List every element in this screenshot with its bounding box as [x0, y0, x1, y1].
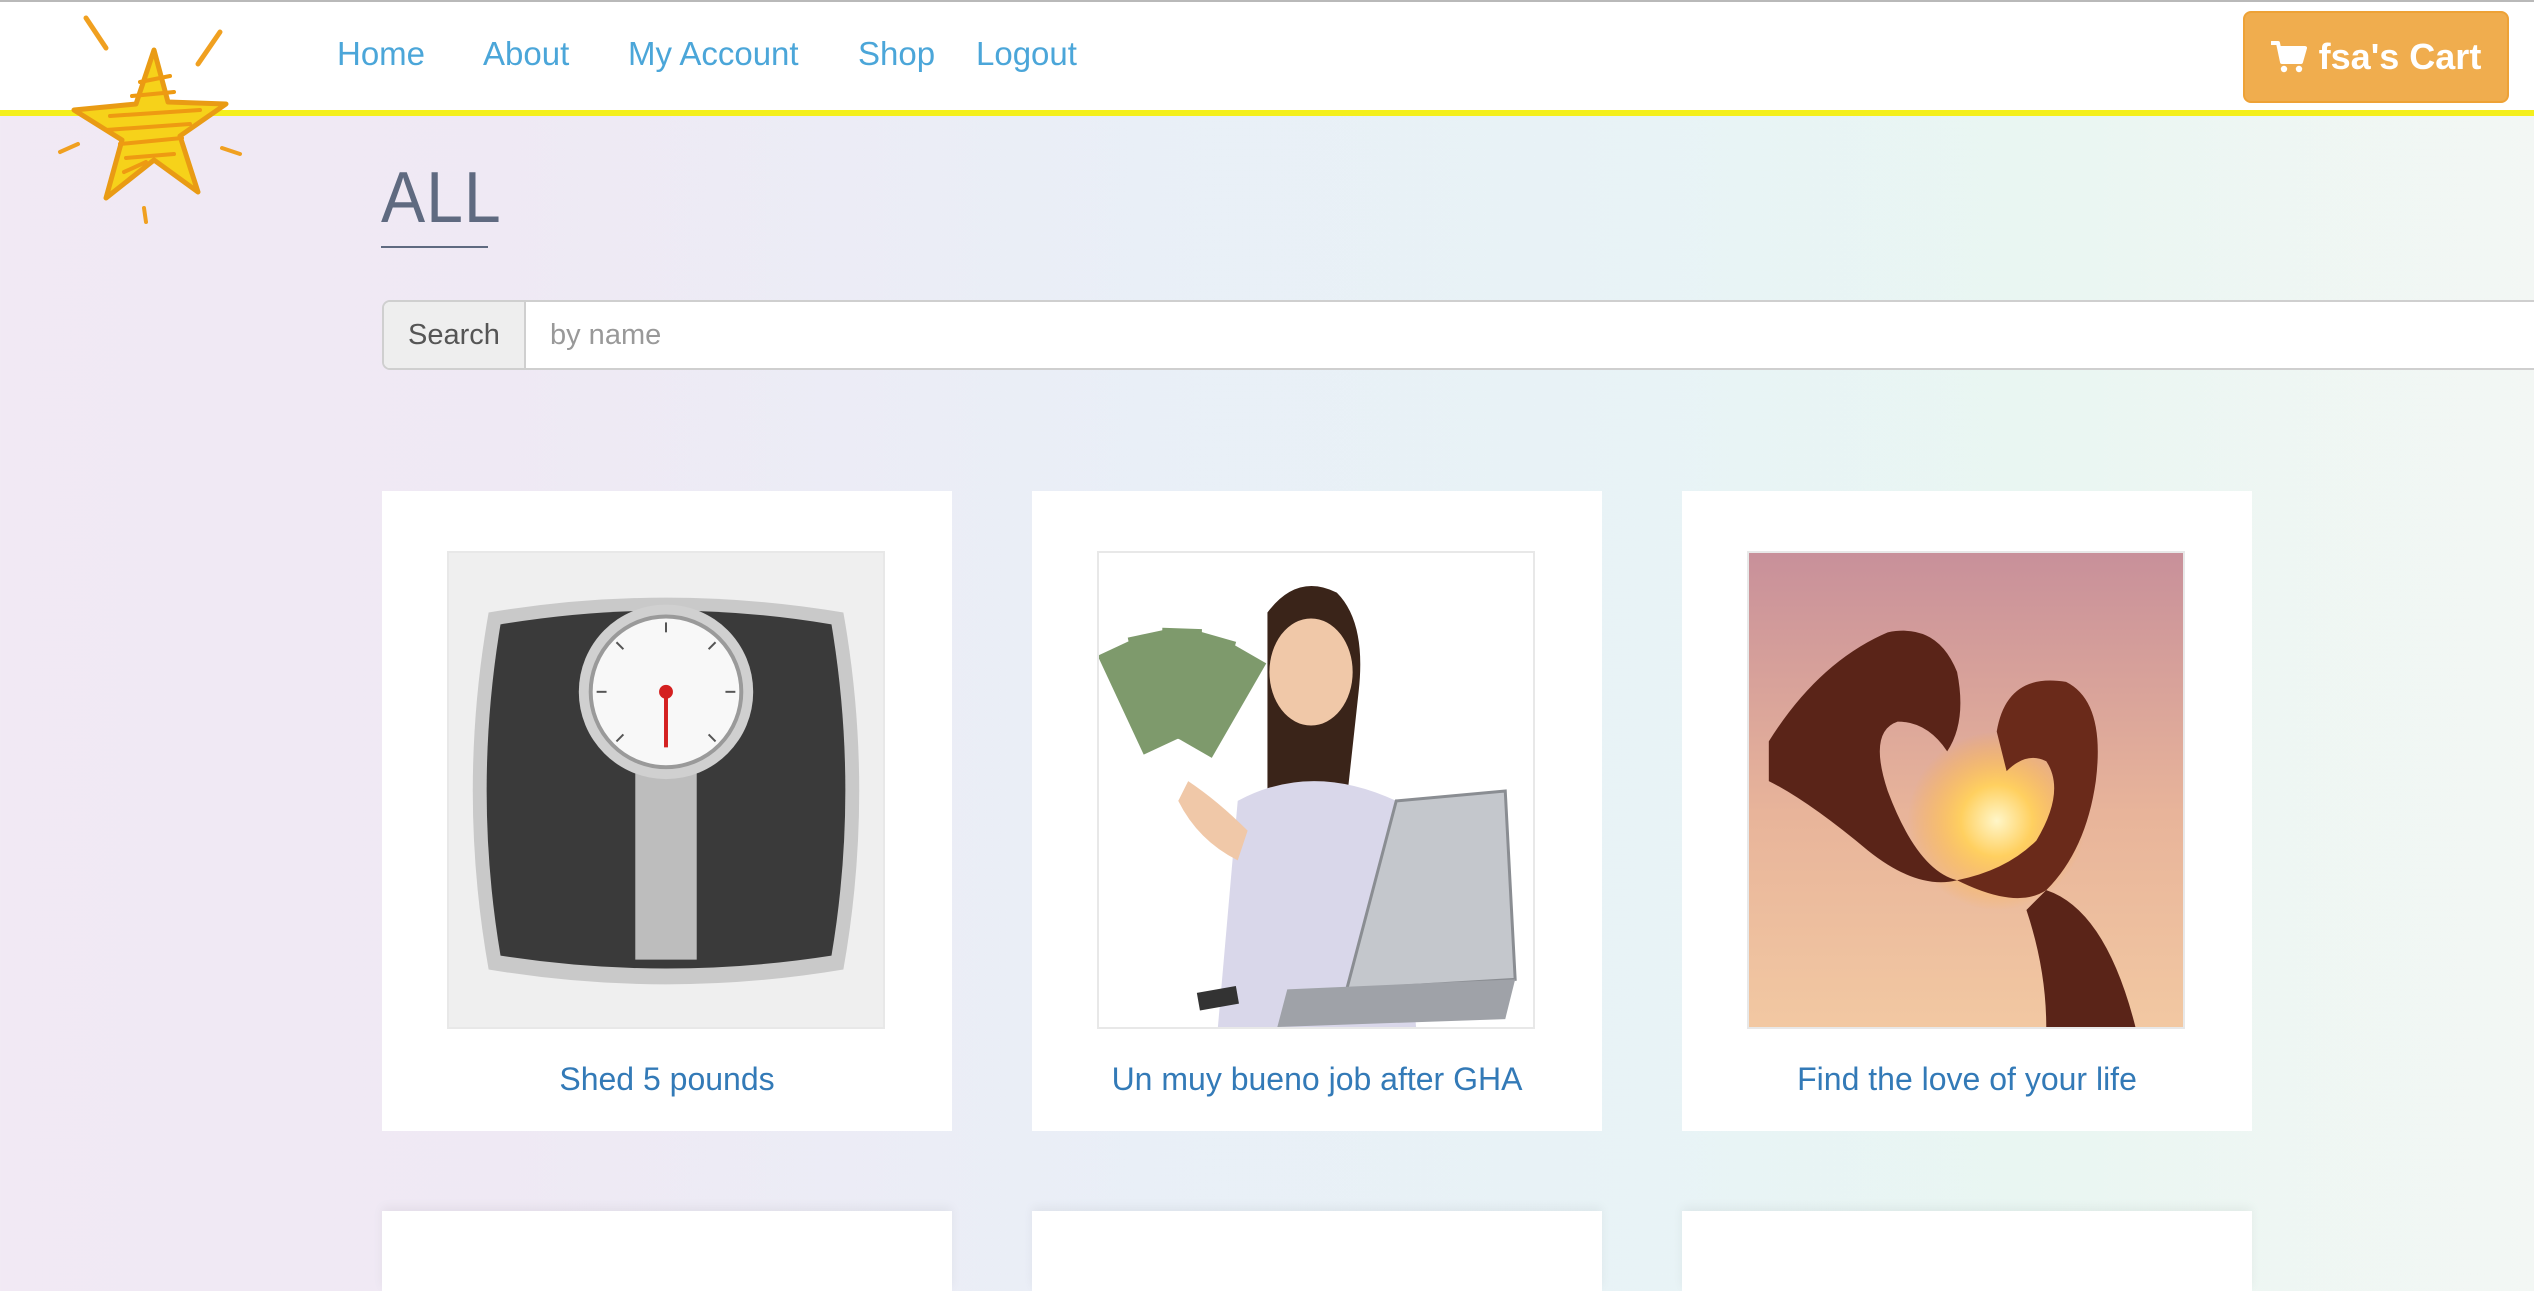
search-group: Search	[382, 300, 2534, 370]
top-navbar: Home About My Account Shop Logout fsa's …	[0, 0, 2534, 116]
product-card-partial[interactable]	[382, 1211, 952, 1291]
product-card-title[interactable]: Un muy bueno job after GHA	[1032, 1059, 1602, 1099]
nav-home-link[interactable]: Home	[337, 30, 425, 78]
search-input[interactable]	[526, 302, 2534, 368]
shopping-cart-icon	[2270, 40, 2307, 74]
search-addon-label: Search	[384, 302, 526, 368]
nav-shop-link[interactable]: Shop	[858, 30, 935, 78]
cart-button-label: fsa's Cart	[2318, 36, 2482, 77]
product-card-partial[interactable]	[1032, 1211, 1602, 1291]
product-card-job-after-gha[interactable]: Un muy bueno job after GHA	[1032, 491, 1602, 1131]
bathroom-scale-image[interactable]	[447, 551, 885, 1029]
product-card-partial[interactable]	[1682, 1211, 2252, 1291]
product-card-title[interactable]: Find the love of your life	[1682, 1059, 2252, 1099]
nav-about-link[interactable]: About	[483, 30, 569, 78]
product-card-title[interactable]: Shed 5 pounds	[382, 1059, 952, 1099]
nav-logout-link[interactable]: Logout	[976, 30, 1077, 78]
page-title: ALL	[381, 158, 502, 238]
cart-button[interactable]: fsa's Cart	[2243, 11, 2509, 103]
product-card-find-love[interactable]: Find the love of your life	[1682, 491, 2252, 1131]
heart-hands-sunset-image[interactable]	[1747, 551, 2185, 1029]
nav-my-account-link[interactable]: My Account	[628, 30, 799, 78]
woman-with-money-and-laptop-image[interactable]	[1097, 551, 1535, 1029]
product-card-shed-5-pounds[interactable]: Shed 5 pounds	[382, 491, 952, 1131]
title-underline	[381, 246, 488, 248]
star-logo-icon[interactable]	[50, 12, 250, 232]
